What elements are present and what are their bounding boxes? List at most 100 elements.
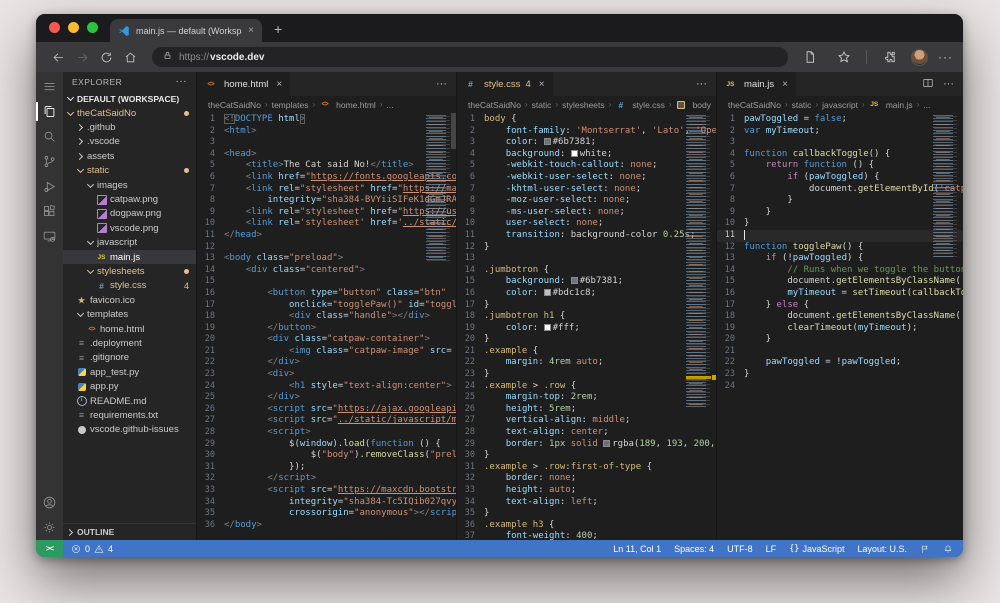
tab-close-icon[interactable]: × — [276, 79, 282, 90]
source-control-icon[interactable] — [36, 149, 63, 174]
editor-tab-home.html[interactable]: <>home.html× — [197, 72, 291, 96]
breadcrumb-item[interactable]: static — [792, 100, 812, 110]
close-window-button[interactable] — [49, 22, 60, 33]
address-bar[interactable]: https:// vscode.dev — [152, 47, 788, 67]
problems-status[interactable]: 0 4 — [63, 540, 121, 557]
feedback-flag-icon[interactable] — [920, 544, 930, 554]
tree-item-label: .gitignore — [90, 352, 129, 363]
breadcrumb-item[interactable]: stylesheets — [562, 100, 605, 110]
tree-item-templates[interactable]: templates — [63, 307, 196, 321]
eol-sequence[interactable]: LF — [766, 544, 777, 554]
browser-tab[interactable]: main.js — default (Workspace) × — [110, 19, 262, 42]
breadcrumb-item[interactable]: templates — [272, 100, 309, 110]
minimize-window-button[interactable] — [68, 22, 79, 33]
tree-item-assets[interactable]: assets — [63, 149, 196, 163]
indentation[interactable]: Spaces: 4 — [674, 544, 714, 554]
tree-item-style-css[interactable]: #style.css4 — [63, 279, 196, 293]
back-button[interactable] — [46, 46, 70, 68]
tree-item-requirements-txt[interactable]: ≡requirements.txt — [63, 408, 196, 422]
tab-close-icon[interactable]: × — [539, 79, 545, 90]
tree-item-stylesheets[interactable]: stylesheets — [63, 264, 196, 278]
tree-item-catpaw-png[interactable]: catpaw.png — [63, 192, 196, 206]
breadcrumb-item[interactable]: ... — [386, 100, 393, 110]
more-actions-icon[interactable]: ··· — [943, 78, 954, 90]
code-editor[interactable]: 1<!DOCTYPE html>2<html>34<head>5 <title>… — [197, 113, 456, 540]
run-debug-icon[interactable] — [36, 174, 63, 199]
workspace-section-header[interactable]: DEFAULT (WORKSPACE) — [63, 91, 196, 106]
breadcrumb-item[interactable]: theCatSaidNo — [728, 100, 781, 110]
tab-close-icon[interactable]: × — [782, 79, 788, 90]
minimap[interactable] — [426, 115, 451, 261]
notifications-bell-icon[interactable] — [943, 544, 953, 554]
tree-item-vscode-png[interactable]: vscode.png — [63, 221, 196, 235]
breadcrumb-item[interactable]: theCatSaidNo — [208, 100, 261, 110]
tree-item-images[interactable]: images — [63, 178, 196, 192]
tree-item--github[interactable]: .github — [63, 120, 196, 134]
new-tab-button[interactable]: + — [274, 19, 282, 39]
extensions-puzzle-icon[interactable] — [877, 46, 901, 68]
line-number: 11 — [457, 230, 484, 242]
profile-avatar[interactable] — [911, 49, 928, 66]
keyboard-layout[interactable]: Layout: U.S. — [857, 544, 907, 554]
settings-gear-icon[interactable] — [36, 515, 63, 540]
search-icon[interactable] — [36, 124, 63, 149]
scrollbar-slider[interactable] — [451, 113, 456, 149]
tree-item-readme-md[interactable]: README.md — [63, 394, 196, 408]
breadcrumb-item[interactable]: static — [532, 100, 552, 110]
tree-item-main-js[interactable]: JSmain.js — [63, 250, 196, 264]
editor-tab-style.css[interactable]: #style.css4× — [457, 72, 554, 96]
extensions-icon[interactable] — [36, 199, 63, 224]
tree-item-home-html[interactable]: <>home.html — [63, 322, 196, 336]
collections-icon[interactable] — [798, 46, 822, 68]
tree-item--vscode[interactable]: .vscode — [63, 135, 196, 149]
tree-item-app-test-py[interactable]: app_test.py — [63, 365, 196, 379]
code-editor[interactable]: 1pawToggled = false;2var myTimeout;34fun… — [717, 113, 963, 540]
tree-item-label: vscode.github-issues — [90, 424, 179, 435]
tree-item-vscode-github-issues[interactable]: vscode.github-issues — [63, 423, 196, 437]
remote-explorer-icon[interactable] — [36, 224, 63, 249]
breadcrumb-item[interactable]: body — [693, 100, 711, 110]
minimap[interactable] — [933, 115, 958, 257]
refresh-button[interactable] — [94, 46, 118, 68]
code-editor[interactable]: 1body {2 font-family: 'Montserrat', 'Lat… — [457, 113, 716, 540]
more-actions-icon[interactable]: ··· — [696, 78, 707, 90]
remote-indicator[interactable]: >< — [36, 540, 63, 557]
breadcrumb[interactable]: theCatSaidNo›static›javascript›JSmain.js… — [717, 96, 963, 113]
code-text: border: 1px solid rgba(189, 193, 200, 0.… — [484, 439, 716, 451]
breadcrumb-item[interactable]: ... — [923, 100, 930, 110]
breadcrumb-item[interactable]: main.js — [886, 100, 913, 110]
minimap[interactable] — [686, 115, 711, 407]
tab-close-icon[interactable]: × — [248, 25, 254, 36]
encoding[interactable]: UTF-8 — [727, 544, 753, 554]
favorites-star-icon[interactable] — [832, 46, 856, 68]
cursor-position[interactable]: Ln 11, Col 1 — [613, 544, 661, 554]
zoom-window-button[interactable] — [87, 22, 98, 33]
breadcrumb-item[interactable]: javascript — [822, 100, 858, 110]
line-number: 5 — [457, 160, 484, 172]
more-actions-icon[interactable]: ··· — [436, 78, 447, 90]
breadcrumb-item[interactable]: style.css — [632, 100, 665, 110]
explorer-actions-icon[interactable]: ··· — [176, 76, 188, 87]
outline-section[interactable]: OUTLINE — [63, 524, 196, 540]
account-icon[interactable] — [36, 490, 63, 515]
breadcrumb[interactable]: theCatSaidNo›templates›<>home.html›... — [197, 96, 456, 113]
browser-menu-icon[interactable]: ··· — [938, 50, 953, 64]
tree-item-javascript[interactable]: javascript — [63, 236, 196, 250]
forward-button[interactable] — [70, 46, 94, 68]
tree-item-static[interactable]: static — [63, 164, 196, 178]
menu-hamburger-icon[interactable] — [36, 74, 63, 99]
tree-item-app-py[interactable]: app.py — [63, 379, 196, 393]
explorer-icon[interactable] — [36, 99, 63, 124]
breadcrumb-item[interactable]: home.html — [336, 100, 376, 110]
tree-item-favicon-ico[interactable]: ★favicon.ico — [63, 293, 196, 307]
language-mode[interactable]: {} JavaScript — [789, 544, 844, 554]
home-button[interactable] — [118, 46, 142, 68]
tree-item--deployment[interactable]: ≡.deployment — [63, 336, 196, 350]
tree-item--gitignore[interactable]: ≡.gitignore — [63, 351, 196, 365]
breadcrumb-item[interactable]: theCatSaidNo — [468, 100, 521, 110]
split-editor-icon[interactable] — [922, 77, 934, 92]
tree-item-thecatsaidno[interactable]: theCatSaidNo — [63, 106, 196, 120]
breadcrumb[interactable]: theCatSaidNo›static›stylesheets›#style.c… — [457, 96, 716, 113]
tree-item-dogpaw-png[interactable]: dogpaw.png — [63, 207, 196, 221]
editor-tab-main.js[interactable]: JSmain.js× — [717, 72, 797, 96]
